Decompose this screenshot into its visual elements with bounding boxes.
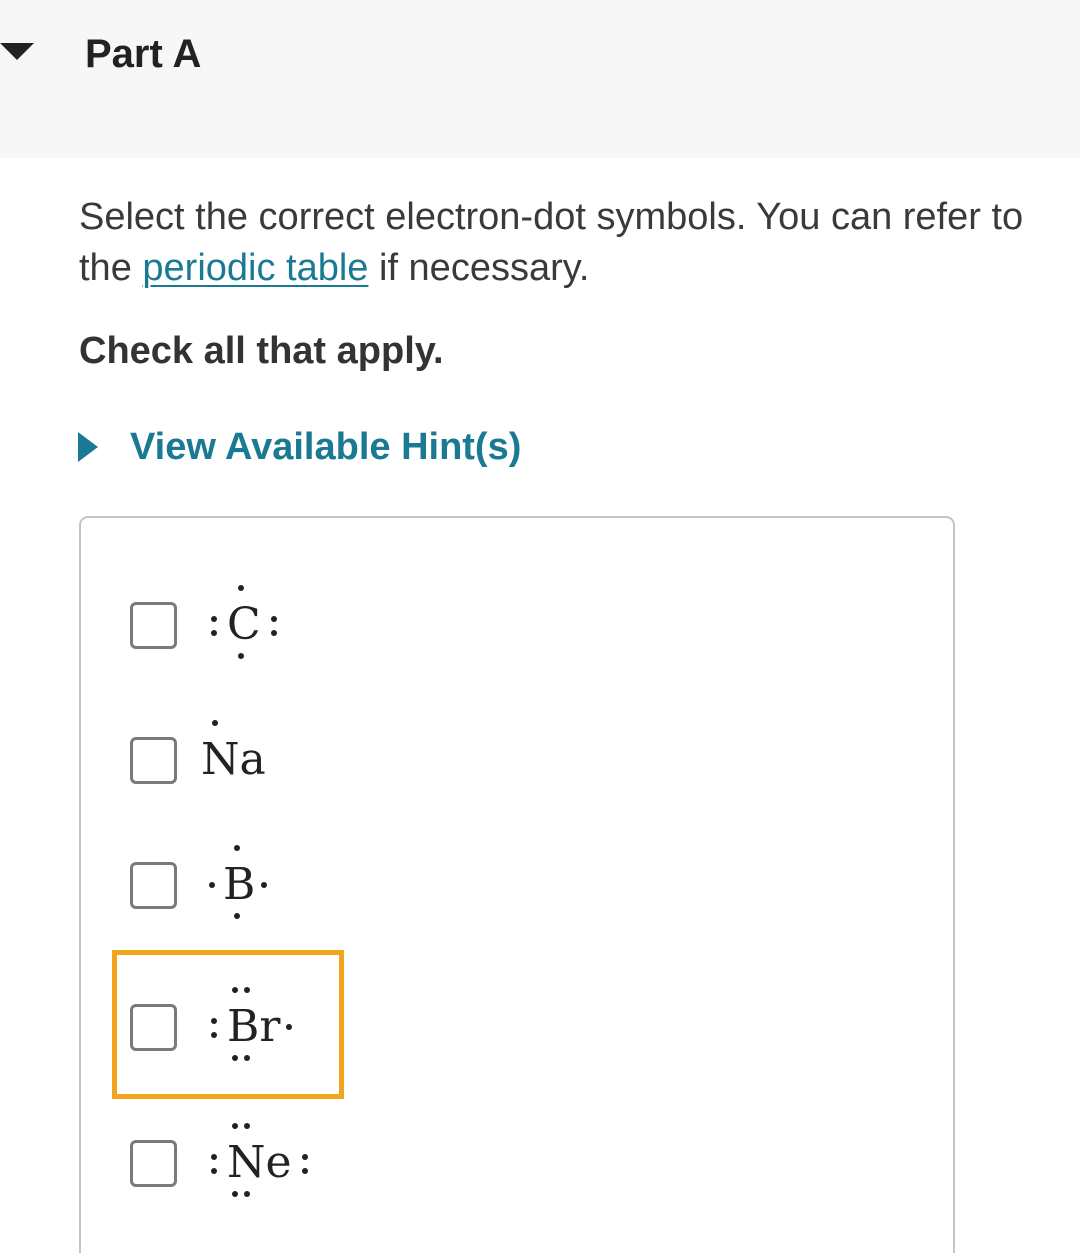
lewis-symbol: C <box>201 585 287 659</box>
option-3[interactable]: B <box>130 830 277 940</box>
electron-dot <box>301 1168 308 1174</box>
option-checkbox[interactable] <box>130 601 177 649</box>
caret-down-icon[interactable] <box>0 43 34 60</box>
lewis-symbol: Na <box>201 720 266 782</box>
check-all-label: Check all that apply. <box>79 330 444 372</box>
electron-dot <box>244 1123 250 1129</box>
right-dots <box>269 610 279 640</box>
element-symbol: Na <box>201 720 266 782</box>
lewis-symbol: B <box>201 845 277 919</box>
instruction-text-end: if necessary. <box>368 247 590 289</box>
option-1[interactable]: C <box>130 570 287 680</box>
electron-dot <box>232 1123 238 1129</box>
electron-dot <box>270 630 277 636</box>
lewis-symbol: Ne <box>201 1123 318 1197</box>
electron-dot <box>238 653 244 659</box>
view-hints-toggle[interactable]: View Available Hint(s) <box>78 420 521 474</box>
electron-dot <box>234 845 240 851</box>
left-dots <box>207 880 217 890</box>
electron-dot <box>232 1191 238 1197</box>
electron-dot <box>211 1168 217 1174</box>
instruction-text: Select the correct electron-dot symbols.… <box>79 192 1079 294</box>
right-dots <box>300 1148 310 1178</box>
electron-dot <box>212 720 218 726</box>
electron-dot <box>209 882 215 888</box>
left-dots <box>209 1148 219 1178</box>
page: Part A Select the correct electron-dot s… <box>0 0 1080 1253</box>
option-highlight-frame <box>112 950 344 1099</box>
option-5[interactable]: Ne <box>130 1108 318 1218</box>
element-symbol: C <box>227 585 261 659</box>
option-checkbox[interactable] <box>130 861 177 909</box>
view-hints-label[interactable]: View Available Hint(s) <box>130 426 521 469</box>
option-2[interactable]: Na <box>130 705 266 815</box>
electron-dot <box>211 1154 217 1160</box>
left-dots <box>209 610 219 640</box>
option-checkbox[interactable] <box>130 1139 177 1187</box>
electron-dot <box>211 616 217 622</box>
electron-dot <box>270 616 277 622</box>
electron-dot <box>261 882 268 888</box>
periodic-table-link[interactable]: periodic table <box>142 247 368 289</box>
option-checkbox[interactable] <box>130 736 177 784</box>
part-header[interactable]: Part A <box>0 0 1080 158</box>
electron-dot <box>244 1191 250 1197</box>
electron-dot <box>234 913 240 919</box>
electron-dot <box>211 630 217 636</box>
electron-dot <box>301 1154 308 1160</box>
element-symbol: B <box>223 845 255 919</box>
element-symbol: Ne <box>227 1123 292 1197</box>
right-dots <box>261 880 271 890</box>
electron-dot <box>238 585 244 591</box>
part-title: Part A <box>85 32 202 76</box>
caret-right-icon[interactable] <box>78 432 98 462</box>
